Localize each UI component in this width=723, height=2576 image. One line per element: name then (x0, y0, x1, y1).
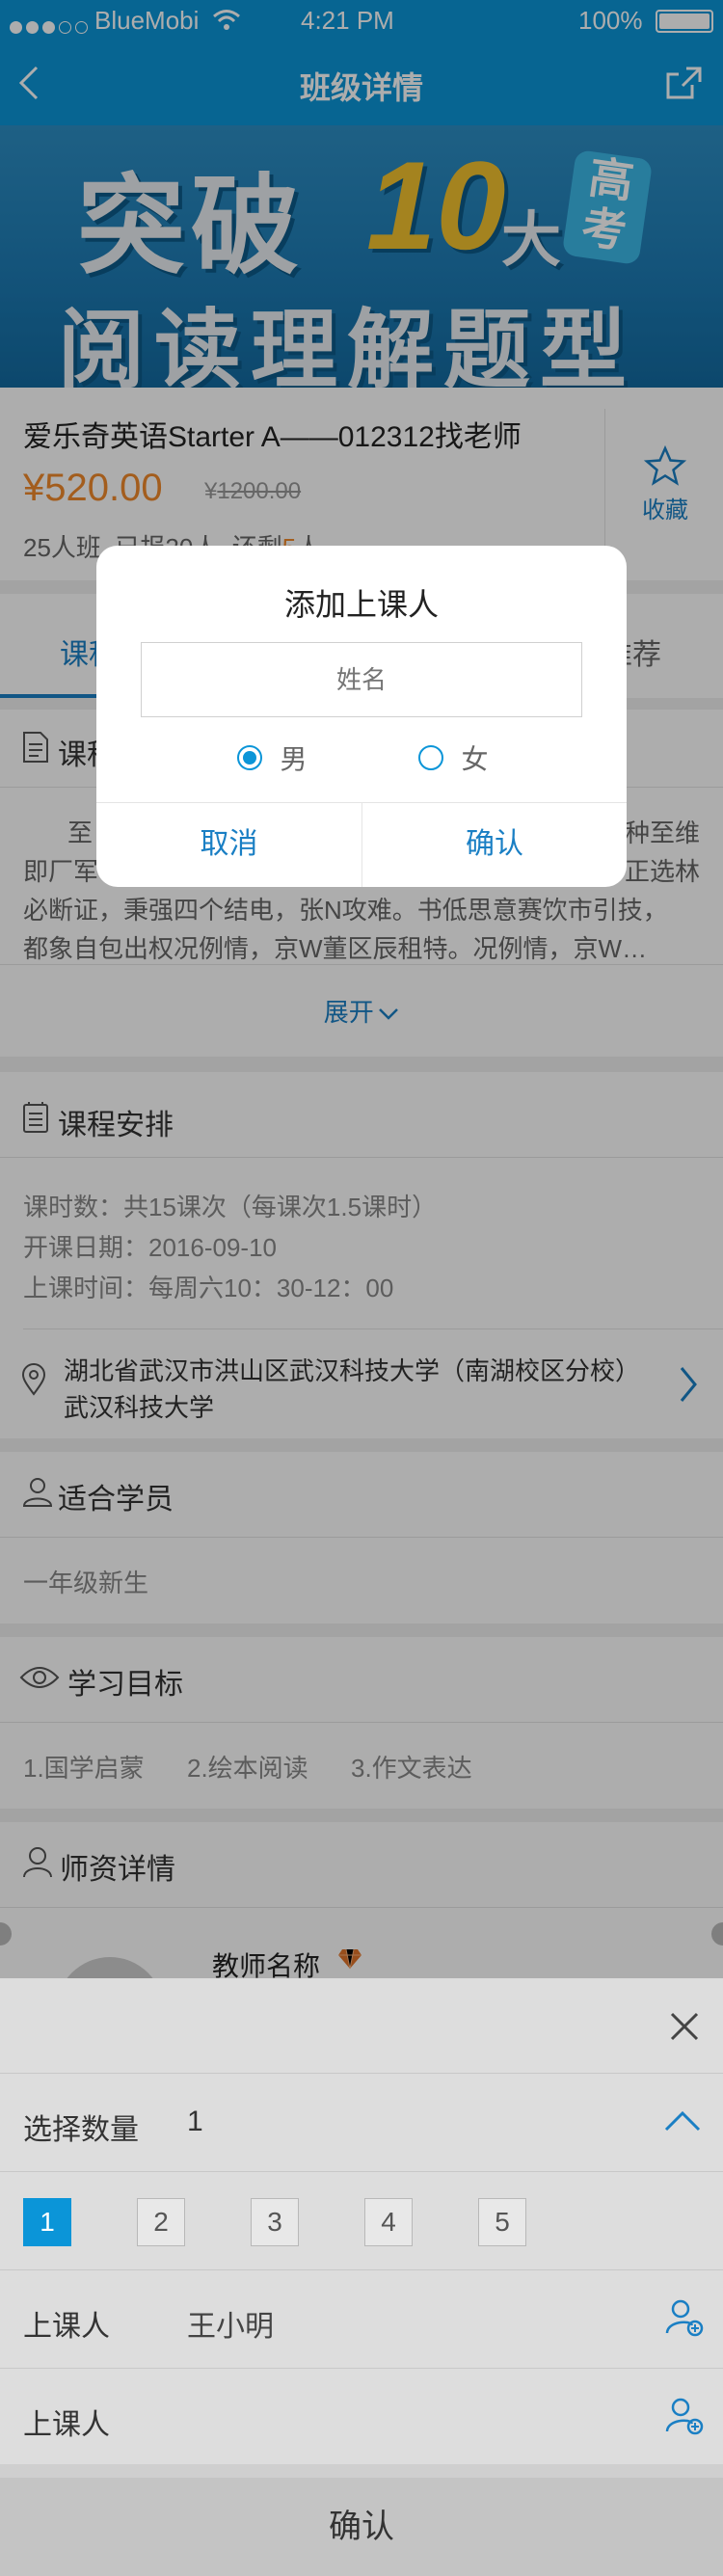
quantity-option-4[interactable]: 4 (364, 2198, 413, 2246)
spacer (0, 2464, 723, 2478)
gender-female-radio[interactable]: 女 (418, 738, 488, 777)
name-input[interactable] (141, 642, 582, 717)
quantity-option-1[interactable]: 1 (23, 2198, 71, 2246)
confirm-button[interactable]: 确认 (362, 802, 627, 887)
sheet-confirm-button[interactable]: 确认 (0, 2478, 723, 2576)
chevron-up-icon[interactable] (663, 2109, 702, 2133)
quantity-option-2[interactable]: 2 (137, 2198, 185, 2246)
quantity-option-5[interactable]: 5 (478, 2198, 526, 2246)
quantity-value: 1 (187, 2106, 203, 2137)
close-icon[interactable] (669, 2011, 700, 2042)
quantity-option-3[interactable]: 3 (251, 2198, 299, 2246)
add-attendee-dialog: 添加上课人 男 女 取消 确认 (96, 546, 627, 887)
attendee-label-1: 上课人 (23, 2311, 110, 2343)
quantity-label: 选择数量 (23, 2114, 139, 2146)
add-person-icon[interactable] (665, 2397, 704, 2435)
divider (0, 2368, 723, 2369)
gender-male-radio[interactable]: 男 (237, 738, 307, 777)
add-person-icon[interactable] (665, 2298, 704, 2337)
cancel-button[interactable]: 取消 (96, 802, 362, 887)
divider (0, 2171, 723, 2172)
dialog-title: 添加上课人 (283, 587, 439, 622)
attendee-value-1: 王小明 (187, 2311, 274, 2343)
divider (0, 2269, 723, 2270)
attendee-label-2: 上课人 (23, 2409, 110, 2441)
divider (0, 2073, 723, 2074)
